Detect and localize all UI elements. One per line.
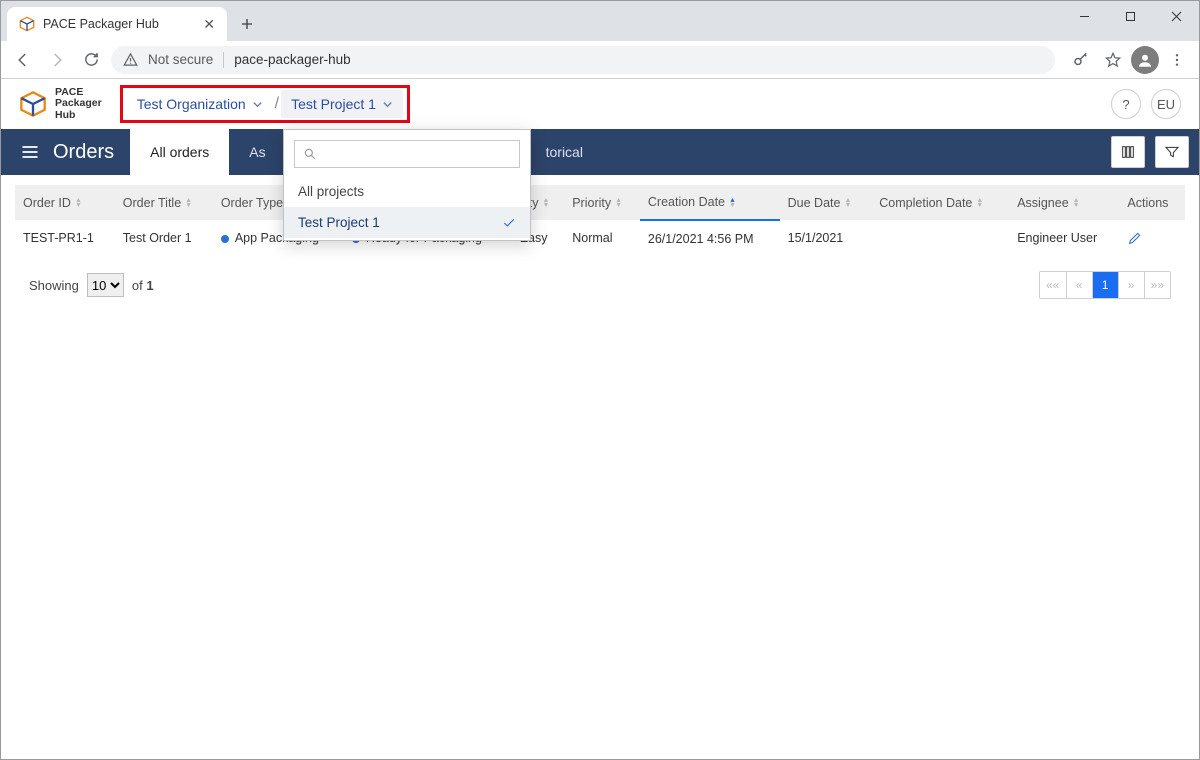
new-tab-button[interactable] bbox=[233, 10, 261, 38]
page-next-button[interactable]: » bbox=[1118, 272, 1144, 298]
browser-titlebar: PACE Packager Hub ✕ bbox=[1, 1, 1199, 41]
chevron-down-icon bbox=[252, 99, 263, 110]
chevron-down-icon bbox=[382, 99, 393, 110]
cell-creation-date: 26/1/2021 4:56 PM bbox=[640, 220, 780, 257]
security-label: Not secure bbox=[148, 52, 213, 67]
of-label: of bbox=[132, 278, 143, 293]
table-row[interactable]: TEST-PR1-1 Test Order 1 App Packaging Re… bbox=[15, 220, 1185, 257]
breadcrumb-project-label: Test Project 1 bbox=[291, 96, 376, 112]
user-badge[interactable]: EU bbox=[1151, 89, 1181, 119]
table-footer: Showing 10 of 1 «« « 1 » »» bbox=[15, 257, 1185, 299]
project-search-field[interactable] bbox=[317, 146, 511, 163]
nav-title: Orders bbox=[49, 129, 130, 175]
tab-all-orders[interactable]: All orders bbox=[130, 129, 229, 175]
project-dropdown-popover: All projects Test Project 1 bbox=[283, 129, 531, 241]
sort-icon: ▲▼ bbox=[976, 198, 983, 208]
logo-text: PACE Packager Hub bbox=[55, 87, 102, 120]
sort-icon: ▲▼ bbox=[615, 198, 622, 208]
omnibox-divider bbox=[223, 52, 224, 68]
filter-button[interactable] bbox=[1155, 136, 1189, 168]
browser-tab[interactable]: PACE Packager Hub ✕ bbox=[7, 7, 227, 41]
sort-icon: ▲▼ bbox=[1073, 198, 1080, 208]
th-priority[interactable]: Priority▲▼ bbox=[564, 185, 640, 220]
th-due-date[interactable]: Due Date▲▼ bbox=[780, 185, 872, 220]
browser-menu-icon[interactable] bbox=[1163, 46, 1191, 74]
page-prev-button[interactable]: « bbox=[1066, 272, 1092, 298]
page-size-select[interactable]: 10 bbox=[87, 273, 124, 297]
th-creation-date[interactable]: Creation Date▲▼ bbox=[640, 185, 780, 220]
sort-icon: ▲▼ bbox=[185, 198, 192, 208]
address-bar[interactable]: Not secure pace-packager-hub bbox=[111, 46, 1055, 74]
check-icon bbox=[502, 216, 516, 230]
pagination: «« « 1 » »» bbox=[1039, 271, 1171, 299]
nav-bar: Orders All orders As torical bbox=[1, 129, 1199, 175]
th-assignee[interactable]: Assignee▲▼ bbox=[1009, 185, 1119, 220]
project-option-all[interactable]: All projects bbox=[284, 176, 530, 207]
th-order-title[interactable]: Order Title▲▼ bbox=[115, 185, 213, 220]
cell-assignee: Engineer User bbox=[1009, 220, 1119, 257]
page-last-button[interactable]: »» bbox=[1144, 272, 1170, 298]
sort-icon: ▲▼ bbox=[844, 198, 851, 208]
breadcrumb-separator: / bbox=[273, 95, 281, 113]
columns-button[interactable] bbox=[1111, 136, 1145, 168]
menu-toggle-button[interactable] bbox=[11, 129, 49, 175]
project-search-input[interactable] bbox=[294, 140, 520, 168]
nav-back-button[interactable] bbox=[9, 46, 37, 74]
breadcrumb-highlighted: Test Organization / Test Project 1 bbox=[120, 85, 410, 123]
nav-forward-button[interactable] bbox=[43, 46, 71, 74]
sort-icon: ▲▼ bbox=[542, 198, 549, 208]
th-actions: Actions bbox=[1119, 185, 1185, 220]
page-first-button[interactable]: «« bbox=[1040, 272, 1066, 298]
cell-order-title: Test Order 1 bbox=[115, 220, 213, 257]
sort-asc-icon: ▲▼ bbox=[729, 198, 736, 208]
help-button[interactable]: ? bbox=[1111, 89, 1141, 119]
app-header: PACE Packager Hub Test Organization / Te… bbox=[1, 79, 1199, 129]
orders-table: Order ID▲▼ Order Title▲▼ Order Type▲▼ St… bbox=[15, 185, 1185, 257]
nav-reload-button[interactable] bbox=[77, 46, 105, 74]
window-close-button[interactable] bbox=[1153, 1, 1199, 31]
bookmark-star-icon[interactable] bbox=[1099, 46, 1127, 74]
status-dot-icon bbox=[221, 235, 229, 243]
tab-close-icon[interactable]: ✕ bbox=[203, 16, 215, 33]
not-secure-icon bbox=[123, 52, 138, 67]
cell-order-id: TEST-PR1-1 bbox=[15, 220, 115, 257]
key-icon[interactable] bbox=[1067, 46, 1095, 74]
favicon-icon bbox=[19, 16, 35, 32]
url-text: pace-packager-hub bbox=[234, 52, 350, 67]
browser-toolbar: Not secure pace-packager-hub bbox=[1, 41, 1199, 79]
app-logo[interactable]: PACE Packager Hub bbox=[19, 87, 102, 120]
profile-avatar-icon[interactable] bbox=[1131, 46, 1159, 74]
th-order-id[interactable]: Order ID▲▼ bbox=[15, 185, 115, 220]
th-completion-date[interactable]: Completion Date▲▼ bbox=[871, 185, 1009, 220]
tab-assigned-fragment[interactable]: As bbox=[229, 129, 285, 175]
sort-icon: ▲▼ bbox=[75, 198, 82, 208]
breadcrumb-project-dropdown[interactable]: Test Project 1 bbox=[281, 90, 403, 118]
project-option-selected[interactable]: Test Project 1 bbox=[284, 207, 530, 238]
cell-actions bbox=[1119, 220, 1185, 257]
content-area: Order ID▲▼ Order Title▲▼ Order Type▲▼ St… bbox=[1, 175, 1199, 759]
cell-due-date: 15/1/2021 bbox=[780, 220, 872, 257]
total-count: 1 bbox=[146, 278, 153, 293]
window-maximize-button[interactable] bbox=[1107, 1, 1153, 31]
page-number-current[interactable]: 1 bbox=[1092, 272, 1118, 298]
window-minimize-button[interactable] bbox=[1061, 1, 1107, 31]
breadcrumb-organization-dropdown[interactable]: Test Organization bbox=[127, 90, 273, 118]
breadcrumb-org-label: Test Organization bbox=[137, 96, 246, 112]
project-option-label: Test Project 1 bbox=[298, 215, 380, 230]
logo-cube-icon bbox=[19, 90, 47, 118]
showing-label: Showing bbox=[29, 278, 79, 293]
edit-icon[interactable] bbox=[1127, 230, 1177, 246]
browser-tab-title: PACE Packager Hub bbox=[43, 17, 159, 31]
cell-priority: Normal bbox=[564, 220, 640, 257]
cell-completion-date bbox=[871, 220, 1009, 257]
